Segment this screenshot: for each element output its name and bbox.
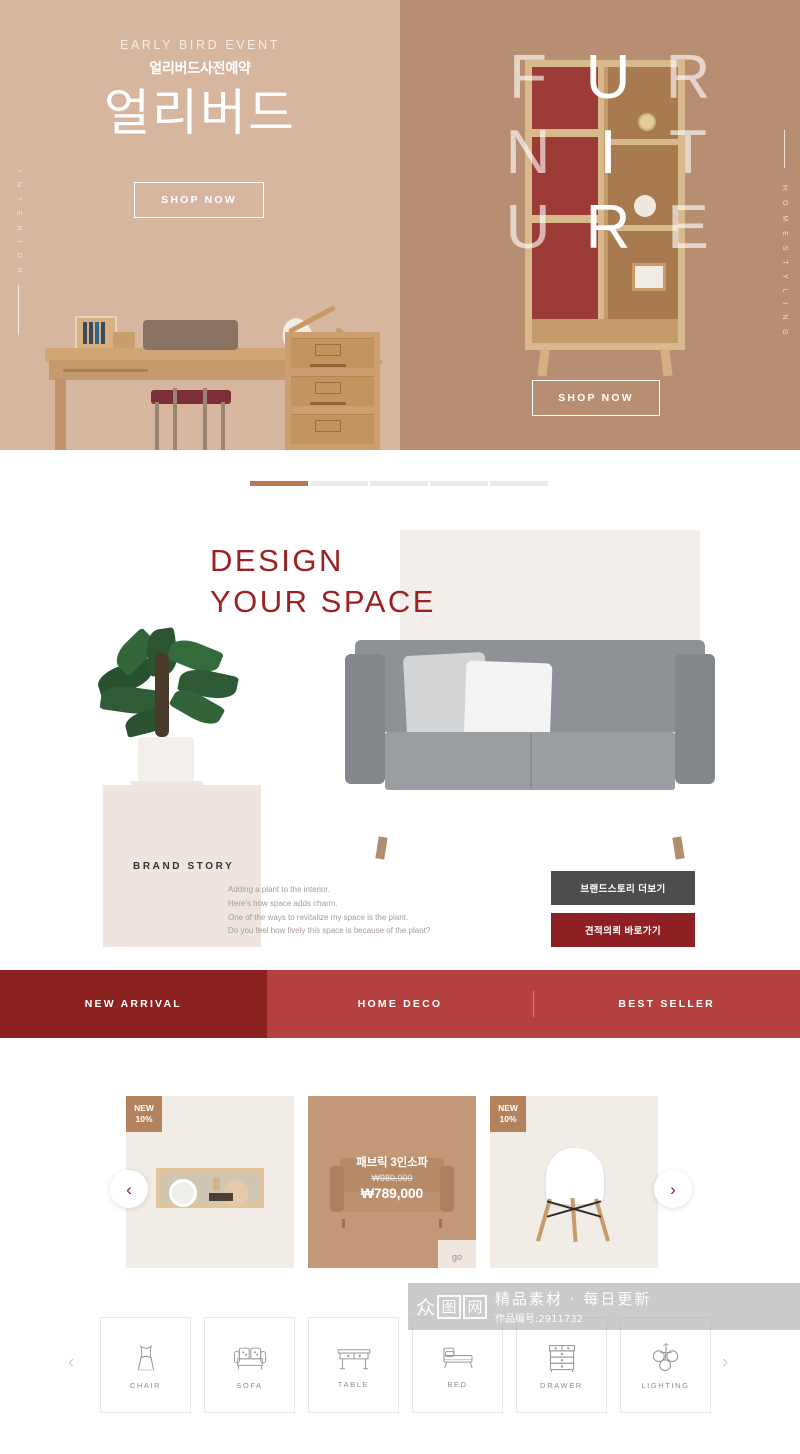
plant-illustration bbox=[94, 625, 250, 790]
sofa-icon bbox=[233, 1347, 266, 1369]
slider-segment-4[interactable] bbox=[430, 481, 490, 486]
hero-left-rule bbox=[18, 285, 19, 335]
badge-line-2: 10% bbox=[135, 1114, 153, 1124]
hero-left-side-label: I N T E R I O R bbox=[15, 170, 22, 277]
slider-segment-1[interactable] bbox=[250, 481, 310, 486]
sofa-arm-left bbox=[345, 654, 385, 784]
brand-copy-line-3: One of the ways to revitalize my space i… bbox=[228, 912, 409, 922]
tab-new-arrival[interactable]: NEW ARRIVAL bbox=[0, 970, 267, 1038]
plant-pot bbox=[138, 737, 194, 785]
slider-segment-2[interactable] bbox=[310, 481, 370, 486]
brand-story-copy: Adding a plant to the interior. Here's h… bbox=[228, 883, 488, 938]
category-label: SOFA bbox=[236, 1380, 263, 1390]
quote-request-button[interactable]: 견적의뢰 바로가기 bbox=[551, 913, 695, 947]
product-badge-1: NEW 10% bbox=[126, 1096, 162, 1132]
chair-icon bbox=[137, 1344, 154, 1370]
drawer-icon bbox=[548, 1344, 575, 1372]
tab-best-seller[interactable]: BEST SELLER bbox=[533, 970, 800, 1038]
product-badge-3: NEW 10% bbox=[490, 1096, 526, 1132]
desk-illustration bbox=[35, 250, 400, 450]
desk-drawer-handle bbox=[63, 369, 148, 372]
chair-shell bbox=[546, 1148, 604, 1204]
bookshelf-body bbox=[525, 60, 685, 350]
hero-eyebrow: EARLY BIRD EVENT bbox=[120, 38, 280, 52]
badge-line-1: NEW bbox=[498, 1103, 518, 1114]
brand-copy-line-1: Adding a plant to the interior. bbox=[228, 885, 330, 894]
book-stand-icon bbox=[75, 316, 117, 350]
brand-copy-line-2: Here's how space adds charm. bbox=[228, 898, 338, 908]
radio-icon bbox=[156, 1168, 264, 1208]
category-list: CHAIR SOFA TABLE BED DRAWER LIGHTING bbox=[100, 1317, 711, 1413]
design-title-line1: DESIGN bbox=[210, 543, 344, 578]
category-item-drawer[interactable]: DRAWER bbox=[516, 1317, 607, 1413]
hero-right-shop-now-button[interactable]: SHOP NOW bbox=[532, 380, 660, 416]
category-prev-button[interactable]: ‹ bbox=[68, 1352, 74, 1374]
tab-home-deco[interactable]: HOME DECO bbox=[267, 970, 534, 1038]
product-name: 패브릭 3인소파 bbox=[356, 1157, 428, 1169]
hero-panel-left[interactable]: I N T E R I O R EARLY BIRD EVENT 얼리버드사전예… bbox=[0, 0, 400, 450]
book-icon bbox=[632, 263, 666, 291]
sofa-arm-right bbox=[675, 654, 715, 784]
hero-banner: I N T E R I O R EARLY BIRD EVENT 얼리버드사전예… bbox=[0, 0, 800, 450]
desk-cabinet bbox=[285, 332, 380, 450]
chair-backrest bbox=[143, 320, 238, 350]
product-card-2[interactable]: 패브릭 3인소파 ₩980,000 ₩789,000 go bbox=[308, 1096, 476, 1274]
category-item-sofa[interactable]: SOFA bbox=[204, 1317, 295, 1413]
brand-copy-line-4: Do you feel how lively this space is bec… bbox=[228, 926, 431, 936]
chair-icon bbox=[532, 1148, 616, 1248]
category-item-table[interactable]: TABLE bbox=[308, 1317, 399, 1413]
bookshelf-illustration bbox=[525, 60, 685, 377]
brand-story-label: BRAND STORY bbox=[133, 861, 235, 872]
sofa-cushion-divider bbox=[530, 734, 532, 788]
category-item-bed[interactable]: BED bbox=[412, 1317, 503, 1413]
category-label: DRAWER bbox=[540, 1380, 583, 1390]
hero-korean-title: 얼리버드 bbox=[104, 85, 296, 141]
product-prev-button[interactable]: ‹ bbox=[110, 1170, 148, 1208]
product-card-list: NEW 10% 패브릭 3인소파 ₩980,000 ₩789,000 go NE… bbox=[126, 1096, 658, 1274]
vase-icon bbox=[634, 195, 656, 217]
product-card-1[interactable]: NEW 10% bbox=[126, 1096, 294, 1274]
slider-segment-3[interactable] bbox=[370, 481, 430, 486]
hero-korean-subtitle: 얼리버드사전예약 bbox=[149, 60, 251, 76]
desk-leg-left bbox=[55, 378, 66, 450]
category-item-lighting[interactable]: LIGHTING bbox=[620, 1317, 711, 1413]
category-label: CHAIR bbox=[129, 1380, 162, 1390]
hero-right-rule bbox=[784, 130, 785, 168]
brand-cta-group: 브랜드스토리 더보기 견적의뢰 바로가기 bbox=[551, 871, 695, 947]
badge-line-1: NEW bbox=[134, 1103, 154, 1114]
bed-icon bbox=[442, 1347, 473, 1368]
product-price-sale: ₩789,000 bbox=[360, 1185, 424, 1201]
product-info-2: 패브릭 3인소파 ₩980,000 ₩789,000 bbox=[308, 1154, 476, 1201]
slider-track[interactable] bbox=[250, 481, 550, 486]
sofa-illustration bbox=[345, 640, 715, 860]
product-next-button[interactable]: › bbox=[654, 1170, 692, 1208]
product-price-original: ₩980,000 bbox=[371, 1173, 413, 1183]
product-card-3[interactable]: NEW 10% bbox=[490, 1096, 658, 1274]
table-icon bbox=[337, 1348, 370, 1369]
hero-panel-right[interactable]: H O M E S T Y L I N G F U R N I T U R E … bbox=[400, 0, 800, 450]
desk-chair bbox=[143, 320, 238, 450]
badge-line-2: 10% bbox=[499, 1114, 517, 1124]
category-label: LIGHTING bbox=[641, 1380, 690, 1390]
design-title-line2: YOUR SPACE bbox=[210, 584, 436, 619]
category-label: TABLE bbox=[337, 1379, 370, 1389]
chair-seat bbox=[151, 390, 231, 404]
category-label: BED bbox=[447, 1379, 468, 1389]
category-next-button[interactable]: › bbox=[722, 1352, 728, 1374]
hero-slider-indicator bbox=[0, 450, 800, 530]
clock-icon bbox=[638, 113, 656, 131]
hero-left-shop-now-button[interactable]: SHOP NOW bbox=[134, 182, 264, 218]
lighting-icon bbox=[652, 1342, 678, 1371]
category-item-chair[interactable]: CHAIR bbox=[100, 1317, 191, 1413]
hero-right-side-label: H O M E S T Y L I N G bbox=[781, 185, 788, 339]
brand-story-more-button[interactable]: 브랜드스토리 더보기 bbox=[551, 871, 695, 905]
slider-segment-5[interactable] bbox=[490, 481, 550, 486]
category-tabbar: NEW ARRIVAL HOME DECO BEST SELLER bbox=[0, 970, 800, 1038]
